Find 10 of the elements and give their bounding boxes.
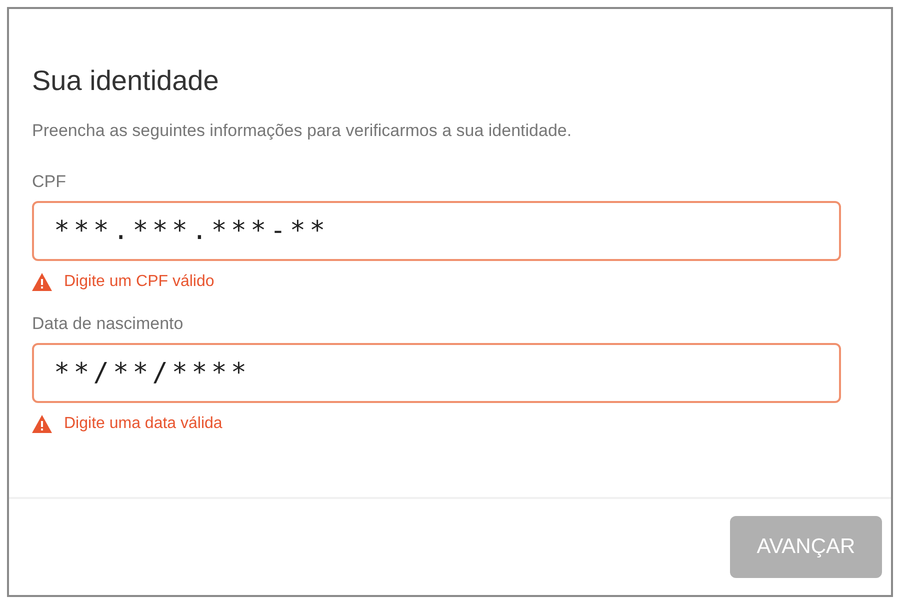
field-label: CPF xyxy=(32,171,67,193)
warning-icon xyxy=(32,415,52,433)
error-message: Digite um CPF válido xyxy=(64,272,214,292)
dialog-title: Sua identidade xyxy=(32,64,220,98)
input-field[interactable]: **/**/**** xyxy=(32,343,841,403)
field-label: Data de nascimento xyxy=(32,313,184,335)
warning-icon xyxy=(32,273,52,291)
error-message: Digite uma data válida xyxy=(64,414,222,434)
dialog-description: Preencha as seguintes informações para verificarmos a sua identidade. xyxy=(32,120,573,142)
input-field[interactable]: ***.***.***-** xyxy=(32,201,841,261)
